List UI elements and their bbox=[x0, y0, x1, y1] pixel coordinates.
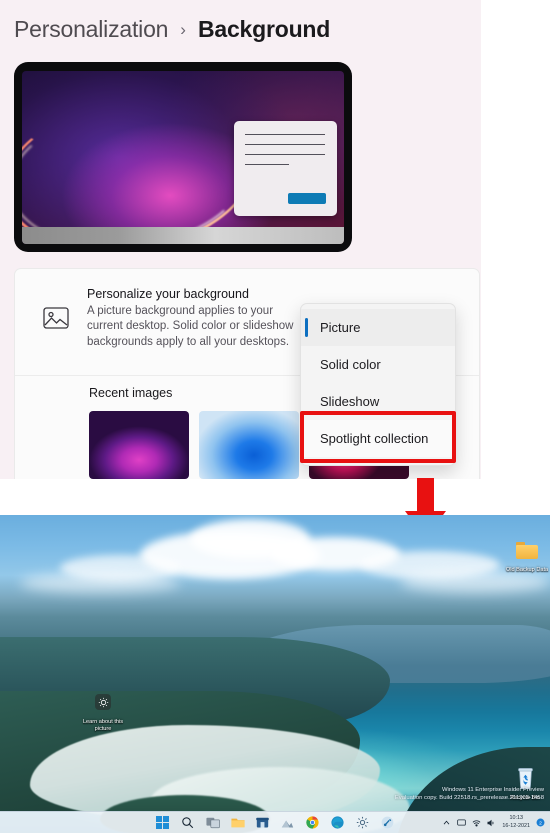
dropdown-option-picture[interactable]: Picture bbox=[301, 309, 455, 346]
settings-window-screenshot: Personalization › Background Personalize… bbox=[0, 0, 481, 479]
clock-date: 16-12-2021 bbox=[502, 822, 530, 829]
desktop-screenshot: Learn about this picture Old Backup Data… bbox=[0, 515, 550, 833]
dropdown-option-spotlight-collection[interactable]: Spotlight collection bbox=[301, 420, 455, 457]
folder-desktop-icon[interactable]: Old Backup Data bbox=[500, 535, 550, 574]
personalize-background-text: Personalize your background A picture ba… bbox=[87, 285, 302, 350]
windows-watermark: Windows 11 Enterprise Insider Preview Ev… bbox=[395, 786, 544, 803]
volume-icon[interactable] bbox=[487, 818, 496, 827]
system-tray: 10:13 16-12-2021 2 bbox=[442, 815, 545, 829]
taskbar-icons bbox=[155, 815, 395, 830]
mock-line bbox=[245, 164, 289, 166]
white-separator bbox=[0, 479, 550, 515]
spotlight-learn-icon bbox=[76, 687, 130, 717]
picture-icon bbox=[41, 303, 71, 333]
recent-images-label: Recent images bbox=[89, 386, 173, 400]
preview-screen bbox=[22, 71, 344, 244]
mock-accent-button bbox=[288, 193, 326, 204]
breadcrumb-separator-icon: › bbox=[180, 19, 186, 39]
svg-text:2: 2 bbox=[539, 820, 542, 826]
notifications-icon[interactable]: 2 bbox=[536, 818, 545, 827]
microsoft-store-icon[interactable] bbox=[255, 815, 270, 830]
breadcrumb-parent[interactable]: Personalization bbox=[14, 16, 168, 43]
chrome-icon[interactable] bbox=[305, 815, 320, 830]
mock-line bbox=[245, 154, 325, 156]
network-icon[interactable] bbox=[472, 818, 481, 827]
chevron-up-icon[interactable] bbox=[442, 818, 451, 827]
dropdown-option-solid-color[interactable]: Solid color bbox=[301, 346, 455, 383]
background-type-dropdown[interactable]: Picture Solid color Slideshow Spotlight … bbox=[300, 303, 456, 466]
watermark-line-2: Evaluation copy. Build 22518.rs_prerelea… bbox=[394, 795, 544, 802]
screenshot-root: Personalization › Background Personalize… bbox=[0, 0, 550, 833]
breadcrumb: Personalization › Background bbox=[14, 16, 330, 43]
settings-icon[interactable] bbox=[355, 815, 370, 830]
desktop-preview-monitor bbox=[14, 62, 352, 252]
onedrive-icon[interactable] bbox=[457, 818, 467, 827]
taskbar: 10:13 16-12-2021 2 bbox=[0, 811, 550, 833]
task-view-icon[interactable] bbox=[205, 815, 220, 830]
spotlight-learn-desktop-icon[interactable]: Learn about this picture bbox=[76, 687, 130, 733]
personalize-background-title: Personalize your background bbox=[87, 287, 249, 301]
watermark-line-1: Windows 11 Enterprise Insider Preview bbox=[441, 786, 544, 793]
search-icon[interactable] bbox=[180, 815, 195, 830]
clock-time: 10:13 bbox=[509, 815, 523, 822]
recent-image-2[interactable] bbox=[199, 411, 299, 479]
preview-taskbar-strip bbox=[22, 227, 344, 244]
mock-line bbox=[245, 134, 325, 136]
recent-image-1[interactable] bbox=[89, 411, 189, 479]
folder-label: Old Backup Data bbox=[505, 567, 549, 573]
preview-mock-window bbox=[234, 121, 337, 216]
cloud bbox=[400, 571, 550, 593]
mock-line bbox=[245, 144, 325, 146]
clock[interactable]: 10:13 16-12-2021 bbox=[502, 815, 530, 829]
spotlight-learn-label: Learn about this picture bbox=[82, 719, 124, 732]
tools-icon[interactable] bbox=[380, 815, 395, 830]
personalize-background-description: A picture background applies to your cur… bbox=[87, 305, 294, 348]
start-button[interactable] bbox=[155, 815, 170, 830]
photos-icon[interactable] bbox=[280, 815, 295, 830]
cloud bbox=[20, 573, 180, 593]
file-explorer-icon[interactable] bbox=[230, 815, 245, 830]
dropdown-option-slideshow[interactable]: Slideshow bbox=[301, 383, 455, 420]
edge-icon[interactable] bbox=[330, 815, 345, 830]
folder-icon bbox=[500, 535, 550, 565]
page-title: Background bbox=[197, 16, 331, 42]
